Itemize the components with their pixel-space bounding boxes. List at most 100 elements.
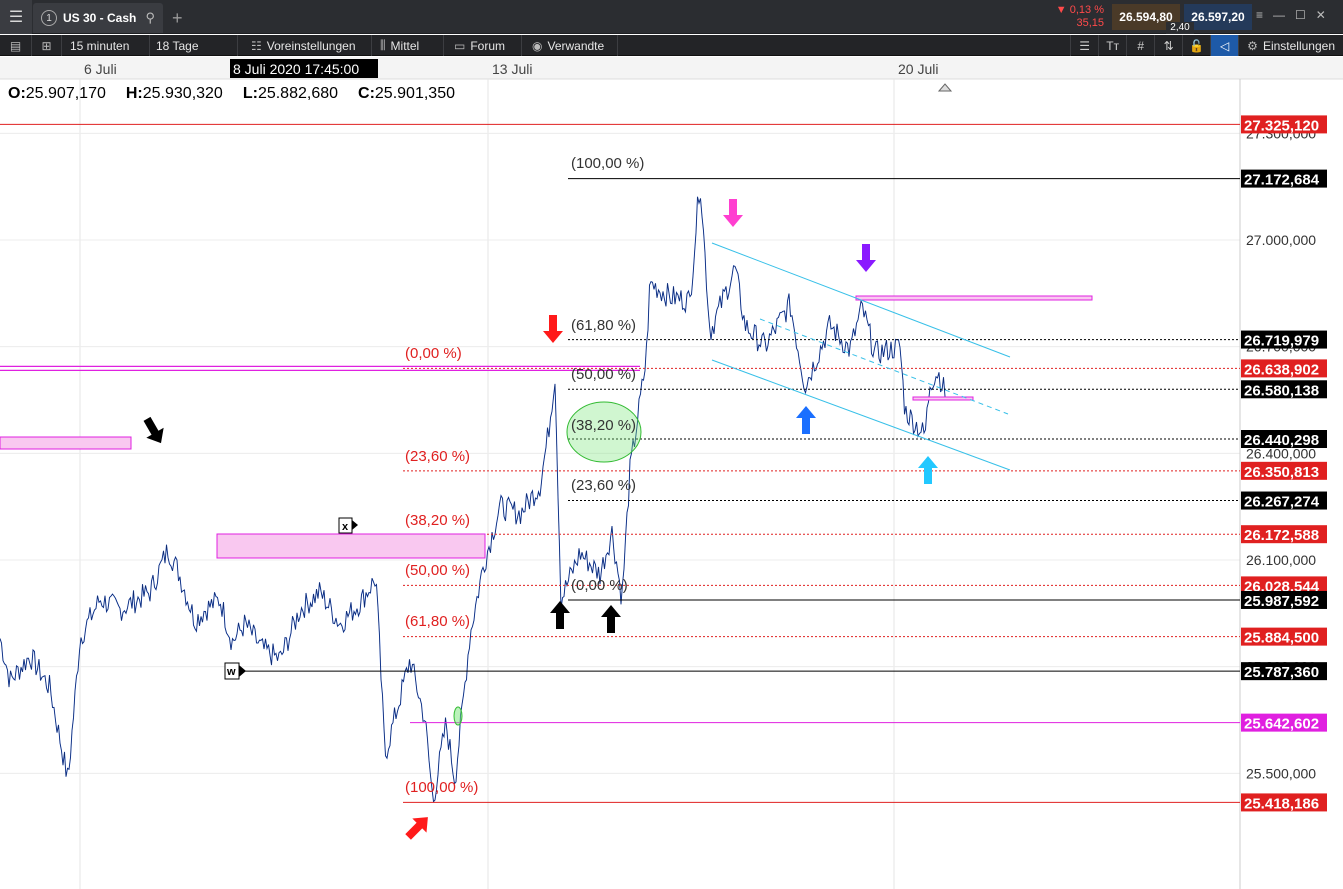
maximize-icon[interactable]: ☐: [1295, 8, 1306, 22]
presets-icon: ☷: [251, 38, 262, 53]
date-header: [0, 57, 1343, 79]
ask-price[interactable]: 26.597,20: [1184, 4, 1252, 30]
price-tag-label: 27.325,120: [1244, 117, 1319, 134]
price-series-line: [0, 196, 946, 803]
ohlc-low: L:25.882,680: [242, 85, 339, 102]
supply-zone: [216, 533, 486, 559]
related-label: Verwandte: [547, 38, 605, 53]
price-series-shadow: [0, 196, 946, 803]
down-arrow-icon-shape: [543, 315, 563, 343]
chart-canvas[interactable]: 6 Juli 13 Juli 20 Juli 8 Juli 2020 17:45:00…: [0, 57, 1343, 889]
presets-label: Voreinstellungen: [266, 38, 356, 53]
forum-label: Forum: [470, 38, 506, 53]
fib-label-black: (100,00 %): [571, 155, 644, 172]
up-arrow-icon: [405, 817, 428, 840]
range-label: 18 Tage: [156, 38, 199, 53]
price-tag-label: 26.580,138: [1244, 382, 1319, 399]
change-points: 35,15: [1076, 17, 1104, 29]
down-arrow-icon: [543, 315, 563, 343]
search-icon[interactable]: ⚲: [145, 10, 155, 26]
scale-icon[interactable]: ⇅: [1154, 35, 1182, 56]
down-arrow-icon: [856, 244, 876, 272]
interval-select[interactable]: 15 minuten: [64, 35, 150, 56]
fib-label-red: (23,60 %): [405, 448, 470, 465]
menu-icon[interactable]: ☰: [0, 0, 32, 34]
toolbar-right: ☰ Tт # ⇅ 🔓 ◁ ⚙ Einstellungen: [1070, 35, 1343, 56]
change-percent: ▼ 0,13 %: [1055, 4, 1104, 16]
up-arrow-icon: [796, 406, 816, 434]
grid-icon[interactable]: #: [1126, 35, 1154, 56]
lock-icon[interactable]: 🔓: [1182, 35, 1210, 56]
price-tag-label: 26.719,979: [1244, 333, 1319, 350]
w-marker-label: w: [226, 666, 236, 678]
minimize-icon[interactable]: —: [1273, 8, 1285, 22]
fib-label-black: (23,60 %): [571, 477, 636, 494]
fib-label-red: (61,80 %): [405, 613, 470, 630]
spread-value: 2,40: [1166, 22, 1194, 34]
up-arrow-icon: [601, 605, 621, 633]
up-arrow-icon-shape: [405, 817, 428, 840]
highlight-ellipse: [453, 706, 463, 726]
down-arrow-icon-shape: [723, 199, 743, 227]
axis-tick-label: 27.000,000: [1246, 232, 1316, 248]
price-tag-label: 26.350,813: [1244, 464, 1319, 481]
window-controls: ≡ — ☐ ✕: [1256, 8, 1340, 22]
tab-instrument[interactable]: 1 US 30 - Cash ⚲: [33, 3, 163, 33]
list-icon[interactable]: ☰: [1070, 35, 1098, 56]
ohlc-close: C:25.901,350: [358, 85, 455, 102]
price-tag-label: 25.642,602: [1244, 716, 1319, 733]
range-select[interactable]: 18 Tage: [150, 35, 238, 56]
axis-tick-label: 26.100,000: [1246, 552, 1316, 568]
fib-label-black: (38,20 %): [571, 417, 636, 434]
price-tag-label: 26.172,588: [1244, 527, 1319, 544]
change-box: ▼ 0,13 % 35,15: [1048, 4, 1108, 32]
sidebar-toggle-icon[interactable]: ▤: [0, 35, 32, 56]
lines-icon[interactable]: ≡: [1256, 8, 1263, 22]
down-arrow-icon-shape: [856, 244, 876, 272]
title-bar: ☰ 1 US 30 - Cash ⚲ + ▼ 0,13 % 35,15 26.5…: [0, 0, 1343, 34]
ohlc-readout: O:25.907,170 H:25.930,320 L:25.882,680 C…: [8, 85, 455, 103]
price-tag-label: 26.638,902: [1244, 361, 1319, 378]
up-arrow-icon-shape: [601, 605, 621, 633]
supply-zone: [0, 436, 132, 450]
forum-button[interactable]: ▭ Forum: [448, 35, 522, 56]
up-arrow-icon: [918, 456, 938, 484]
scroll-marker-icon: [937, 83, 953, 92]
x-marker-label: x: [342, 521, 349, 533]
text-size-icon[interactable]: Tт: [1098, 35, 1126, 56]
up-arrow-icon-shape: [796, 406, 816, 434]
date-label: 20 Juli: [898, 61, 938, 77]
presets-button[interactable]: ☷ Voreinstellungen: [245, 35, 372, 56]
indicator-label: Mittel: [390, 38, 420, 53]
fib-label-red: (100,00 %): [405, 779, 478, 796]
x-marker-pointer: [352, 520, 358, 530]
tab-number-badge: 1: [41, 10, 57, 26]
chat-icon: ▭: [454, 38, 466, 53]
fib-label-black: (0,00 %): [571, 577, 628, 594]
chart-toolbar: ▤ ⊞ 15 minuten 18 Tage ☷ Voreinstellungen…: [0, 35, 1343, 56]
price-tag-label: 26.440,298: [1244, 432, 1319, 449]
related-button[interactable]: ◉ Verwandte: [526, 35, 618, 56]
tab-label: US 30 - Cash: [63, 11, 137, 25]
price-tag-label: 25.987,592: [1244, 593, 1319, 610]
axis-tick-label: 25.500,000: [1246, 765, 1316, 781]
eye-icon: ◉: [532, 38, 543, 53]
down-arrow-icon-shape: [143, 416, 164, 444]
interval-label: 15 minuten: [70, 38, 130, 53]
gear-icon: ⚙: [1247, 38, 1258, 53]
down-arrow-icon: [723, 199, 743, 227]
date-label: 6 Juli: [84, 61, 117, 77]
fib-label-red: (0,00 %): [405, 345, 462, 362]
indicator-icon: ⫼: [380, 38, 386, 52]
price-tag-label: 26.267,274: [1244, 494, 1320, 511]
fib-label-black: (50,00 %): [571, 366, 636, 383]
indicator-button[interactable]: ⫼ Mittel: [374, 35, 444, 56]
close-icon[interactable]: ✕: [1316, 8, 1326, 22]
price-tag-label: 27.172,684: [1244, 172, 1320, 189]
add-tab-icon[interactable]: +: [172, 8, 183, 29]
fib-label-black: (61,80 %): [571, 317, 636, 334]
layout-grid-icon[interactable]: ⊞: [32, 35, 62, 56]
price-chart[interactable]: 6 Juli 13 Juli 20 Juli 8 Juli 2020 17:45:00…: [0, 57, 1343, 889]
tag-icon[interactable]: ◁: [1210, 35, 1239, 56]
settings-button[interactable]: ⚙ Einstellungen: [1238, 35, 1343, 56]
